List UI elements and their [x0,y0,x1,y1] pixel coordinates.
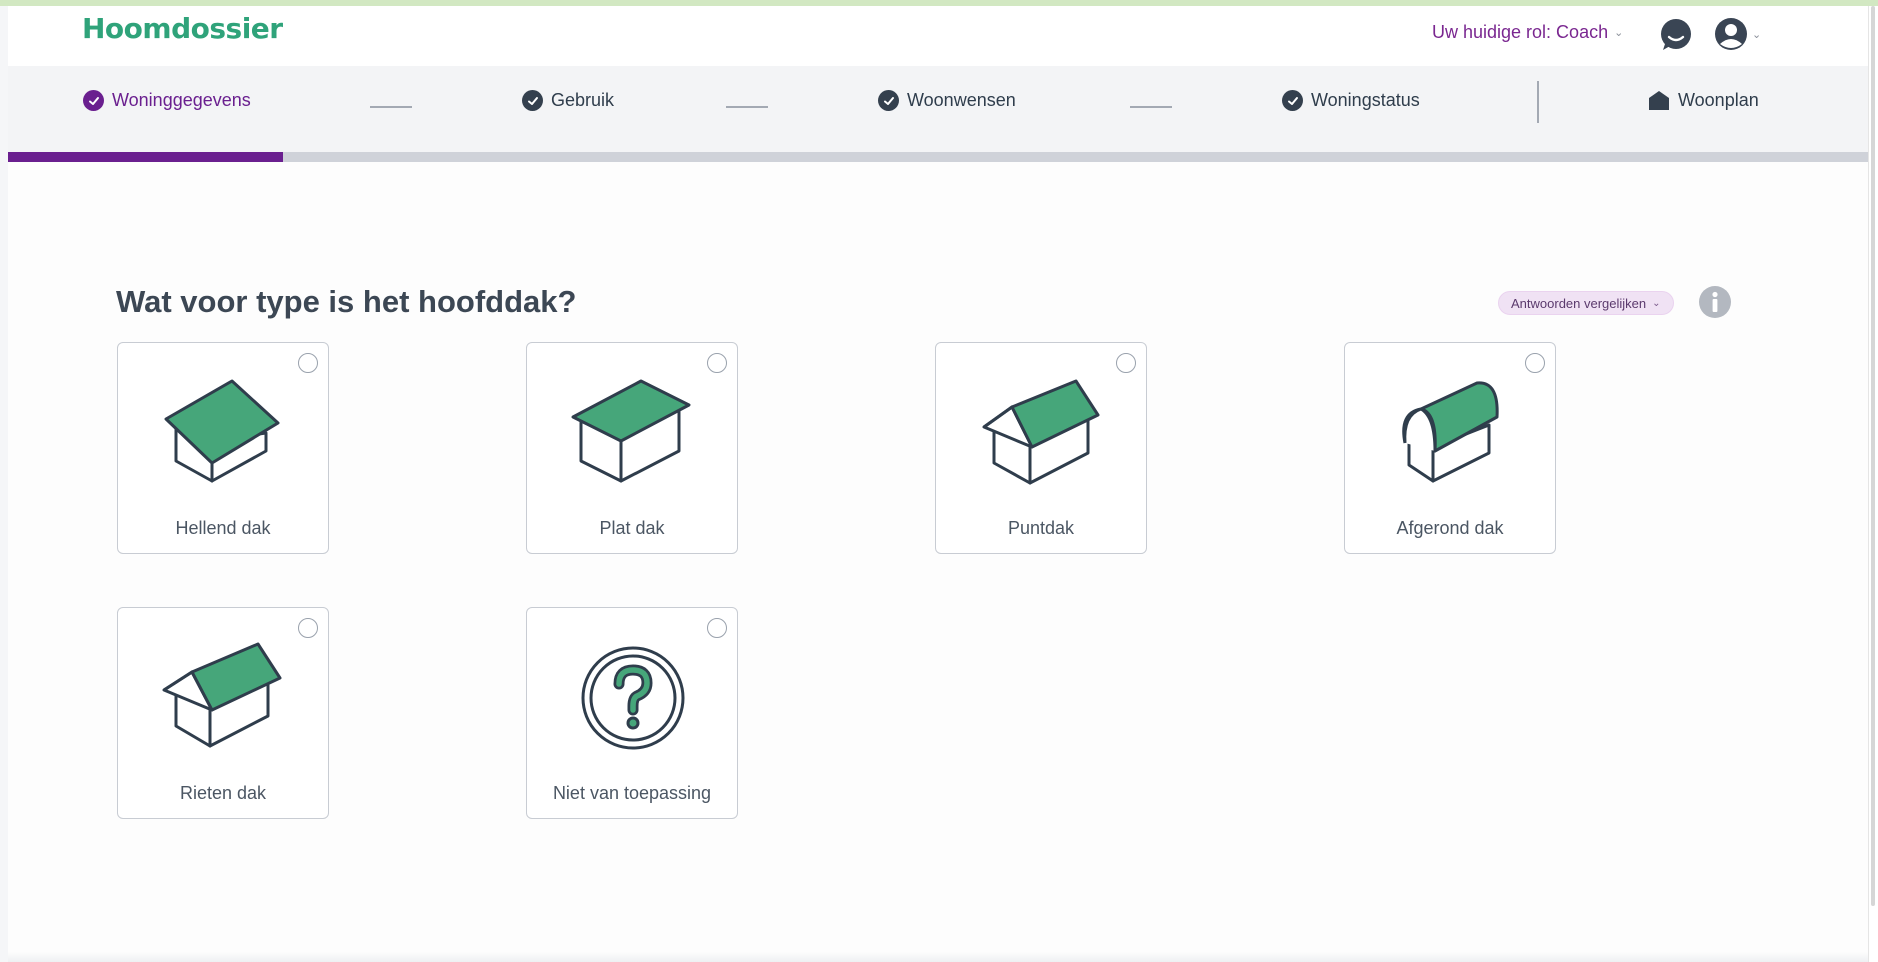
step-label: Woonwensen [907,90,1016,110]
option-card-hellend-dak[interactable]: Hellend dak [117,342,329,554]
flat-roof-icon [571,379,691,483]
step-woningstatus[interactable]: Woningstatus [1282,90,1420,111]
role-label: Uw huidige rol: Coach [1432,22,1609,42]
top-header: Hoomdossier Uw huidige rol: Coach ⌄ ⌄ [8,6,1868,66]
radio-button[interactable] [298,618,318,638]
option-label: Hellend dak [175,518,271,538]
step-label: Gebruik [551,90,615,110]
step-woninggegevens[interactable]: Woninggegevens [83,90,251,111]
house-icon [1649,91,1669,110]
check-circle-icon [878,90,899,111]
compare-answers-button[interactable]: Antwoorden vergelijken ⌄ [1498,291,1674,315]
bottom-bar [8,952,1868,962]
option-label: Plat dak [599,518,665,538]
check-circle-icon [83,90,104,111]
check-circle-icon [1282,90,1303,111]
step-woonwensen[interactable]: Woonwensen [878,90,1016,111]
option-label: Niet van toepassing [552,783,712,803]
step-divider [370,106,412,108]
progress-bar-fill [8,152,284,162]
page-scrollbar[interactable] [1868,6,1878,962]
pitched-roof-icon [164,379,280,483]
option-card-rieten-dak[interactable]: Rieten dak [117,607,329,819]
radio-button[interactable] [298,353,318,373]
radio-button[interactable] [707,618,727,638]
check-circle-icon [522,90,543,111]
option-label: Afgerond dak [1396,518,1504,538]
scrollbar-thumb[interactable] [1871,6,1875,906]
option-card-plat-dak[interactable]: Plat dak [526,342,738,554]
role-switcher[interactable]: Uw huidige rol: Coach ⌄ [1432,22,1623,43]
option-label: Rieten dak [179,783,267,803]
step-woonplan[interactable]: Woonplan [1648,90,1759,111]
question-title: Wat voor type is het hoofddak? [116,284,577,319]
chat-bubble-icon[interactable] [1659,18,1693,52]
option-card-niet-van-toepassing[interactable]: Niet van toepassing [526,607,738,819]
step-gebruik[interactable]: Gebruik [522,90,614,111]
chevron-down-icon[interactable]: ⌄ [1752,28,1761,41]
progress-bar [8,152,1868,162]
chevron-down-icon: ⌄ [1614,27,1624,39]
info-icon[interactable] [1698,285,1732,319]
step-label: Woningstatus [1311,90,1420,110]
step-divider-vertical [1537,81,1539,123]
user-circle-icon[interactable] [1713,16,1749,52]
radio-button[interactable] [707,353,727,373]
radio-button[interactable] [1525,353,1545,373]
option-card-puntdak[interactable]: Puntdak [935,342,1147,554]
page: Hoomdossier Uw huidige rol: Coach ⌄ ⌄ Wo… [8,6,1868,962]
option-card-afgerond-dak[interactable]: Afgerond dak [1344,342,1556,554]
chevron-down-icon: ⌄ [1652,297,1661,309]
app-logo[interactable]: Hoomdossier [82,12,283,45]
gable-roof-icon [982,379,1100,485]
step-label: Woonplan [1678,90,1759,110]
compare-answers-label: Antwoorden vergelijken [1511,295,1647,311]
thatched-roof-icon [162,642,282,748]
option-label: Puntdak [1007,518,1075,538]
step-label: Woninggegevens [112,90,251,110]
radio-button[interactable] [1116,353,1136,373]
rounded-roof-icon [1402,381,1499,483]
step-divider [1130,106,1172,108]
step-navigation: Woninggegevens Gebruik Woonwensen Woning… [8,66,1868,162]
question-mark-icon [581,646,685,750]
step-divider [726,106,768,108]
